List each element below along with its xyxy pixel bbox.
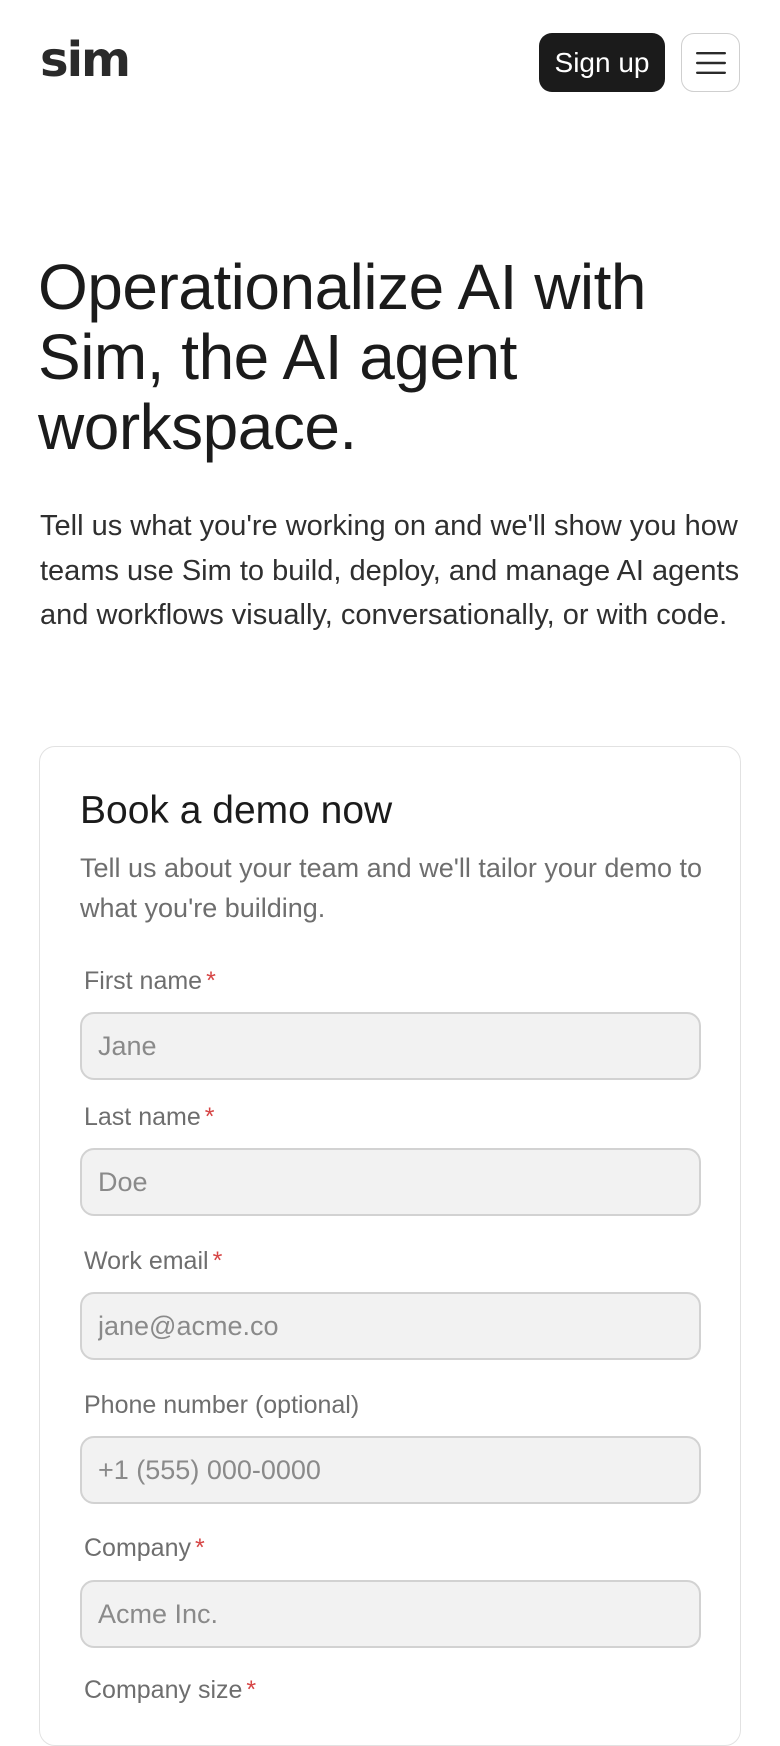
work-email-input[interactable] (80, 1292, 701, 1360)
work-email-label: Work email * (84, 1245, 222, 1277)
sim-logo[interactable]: sim (40, 30, 131, 90)
first-name-input[interactable] (80, 1012, 701, 1080)
company-input[interactable] (80, 1580, 701, 1648)
company-size-label: Company size * (84, 1674, 256, 1706)
sign-up-button[interactable]: Sign up (539, 33, 665, 92)
required-asterisk: * (204, 1103, 215, 1131)
form-subtitle: Tell us about your team and we'll tailor… (80, 853, 702, 923)
last-name-input[interactable] (80, 1148, 701, 1216)
hero-title: Operationalize AI with Sim, the AI agent… (38, 251, 647, 463)
required-asterisk: * (195, 1534, 205, 1562)
company-label: Company * (84, 1532, 205, 1564)
phone-number-input[interactable] (80, 1436, 701, 1504)
first-name-label: First name * (84, 965, 216, 997)
hamburger-menu-icon (695, 51, 726, 74)
required-asterisk: * (246, 1676, 257, 1704)
company-size-label-text: Company size (84, 1676, 243, 1704)
hero-subtitle: Tell us what you're working on and we'll… (40, 510, 740, 631)
required-asterisk: * (206, 967, 216, 995)
menu-button[interactable] (681, 33, 740, 92)
last-name-label: Last name * (84, 1101, 214, 1133)
required-asterisk: * (212, 1247, 223, 1275)
phone-number-label-text: Phone number (optional) (84, 1391, 360, 1419)
last-name-label-text: Last name (84, 1103, 201, 1131)
company-label-text: Company (84, 1534, 191, 1562)
first-name-label-text: First name (84, 967, 203, 995)
form-title: Book a demo now (80, 789, 393, 832)
site-header: sim Sign up (0, 0, 780, 124)
phone-number-label: Phone number (optional) (84, 1389, 359, 1421)
work-email-label-text: Work email (84, 1247, 209, 1275)
